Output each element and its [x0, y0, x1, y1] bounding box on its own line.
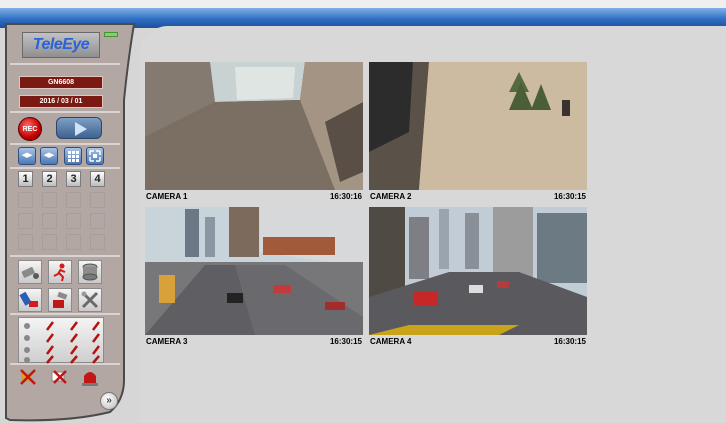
- play-button[interactable]: [56, 117, 102, 139]
- record-button[interactable]: REC: [18, 117, 42, 141]
- alarm-sensor-icon[interactable]: [18, 288, 42, 312]
- disconnect-glyph: [20, 369, 36, 385]
- settings-tools-glyph: [81, 291, 99, 309]
- control-panel: TeleEye GN6608 2016 / 03 / 01 REC ◀▶ ◀▶: [0, 20, 140, 423]
- camera-button-2[interactable]: 2: [42, 171, 57, 187]
- relay-column-1: [24, 323, 30, 363]
- camera-button-6: 6: [42, 192, 57, 208]
- fullscreen-glyph: [89, 150, 101, 162]
- camera-tile-4[interactable]: CAMERA 4 16:30:15: [369, 207, 587, 348]
- video-off-icon[interactable]: [50, 367, 70, 387]
- camera-control-glyph: [21, 267, 39, 279]
- alarm-sensor-glyph: [19, 291, 38, 307]
- grid-glyph: [68, 151, 79, 162]
- camera-label-2: CAMERA 2 16:30:15: [369, 190, 587, 203]
- fullscreen-icon[interactable]: [86, 147, 104, 165]
- camera-button-12: 12: [90, 213, 105, 229]
- camera-feed-3[interactable]: [145, 207, 363, 335]
- sequence-icon[interactable]: ◀▶: [18, 147, 36, 165]
- storage-icon[interactable]: [78, 260, 102, 284]
- camera-time-4: 16:30:15: [553, 337, 586, 346]
- app-window: TeleEye GN6608 2016 / 03 / 01 REC ◀▶ ◀▶: [0, 0, 726, 423]
- top-margin: [0, 0, 726, 8]
- camera-name-2: CAMERA 2: [370, 192, 412, 201]
- camera-tile-1[interactable]: CAMERA 1 16:30:16: [145, 62, 363, 203]
- camera-button-15: 15: [66, 234, 81, 250]
- snapshot-glyph: [53, 291, 68, 308]
- next-page-button[interactable]: »: [100, 392, 118, 410]
- camera-1-image: [145, 62, 363, 190]
- grid-view-icon[interactable]: [64, 147, 82, 165]
- camera-button-14: 14: [42, 234, 57, 250]
- sequence-glyph: ◀▶: [21, 152, 33, 159]
- snapshot-icon[interactable]: [48, 288, 72, 312]
- device-name: GN6608: [19, 76, 103, 89]
- status-led: [104, 32, 118, 37]
- camera-feed-1[interactable]: [145, 62, 363, 190]
- motion-alarm-glyph: [53, 263, 66, 282]
- storage-glyph: [82, 263, 98, 281]
- camera-time-2: 16:30:15: [553, 192, 586, 201]
- camera-control-icon[interactable]: [18, 260, 42, 284]
- camera-button-9: 9: [18, 213, 33, 229]
- camera-time-3: 16:30:15: [329, 337, 362, 346]
- camera-button-4[interactable]: 4: [90, 171, 105, 187]
- settings-tools-icon[interactable]: [78, 288, 102, 312]
- camera-button-7: 7: [66, 192, 81, 208]
- camera-2-image: [369, 62, 587, 190]
- video-off-glyph: [51, 370, 67, 384]
- camera-4-image: [369, 207, 587, 335]
- camera-feed-2[interactable]: [369, 62, 587, 190]
- camera-button-1[interactable]: 1: [18, 171, 33, 187]
- camera-feed-4[interactable]: [369, 207, 587, 335]
- disconnect-icon[interactable]: [18, 367, 38, 387]
- camera-tile-2[interactable]: CAMERA 2 16:30:15: [369, 62, 587, 203]
- camera-name-3: CAMERA 3: [146, 337, 188, 346]
- camera-button-10: 10: [42, 213, 57, 229]
- camera-label-3: CAMERA 3 16:30:15: [145, 335, 363, 348]
- camera-button-11: 11: [66, 213, 81, 229]
- siren-icon[interactable]: [80, 367, 100, 387]
- camera-label-4: CAMERA 4 16:30:15: [369, 335, 587, 348]
- motion-alarm-icon[interactable]: [48, 260, 72, 284]
- relay-panel: [18, 317, 104, 364]
- camera-button-5: 5: [18, 192, 33, 208]
- relay-switches: [24, 321, 100, 364]
- current-date: 2016 / 03 / 01: [19, 95, 103, 108]
- sequence-reverse-icon[interactable]: ◀▶: [40, 147, 58, 165]
- camera-button-8: 8: [90, 192, 105, 208]
- camera-label-1: CAMERA 1 16:30:16: [145, 190, 363, 203]
- camera-name-1: CAMERA 1: [146, 192, 188, 201]
- camera-name-4: CAMERA 4: [370, 337, 412, 346]
- camera-time-1: 16:30:16: [329, 192, 362, 201]
- camera-button-3[interactable]: 3: [66, 171, 81, 187]
- camera-tile-3[interactable]: CAMERA 3 16:30:15: [145, 207, 363, 348]
- camera-button-13: 13: [18, 234, 33, 250]
- siren-glyph: [82, 372, 98, 386]
- teleeye-logo: TeleEye: [22, 32, 100, 58]
- camera-button-16: 16: [90, 234, 105, 250]
- camera-3-image: [145, 207, 363, 335]
- sequence-reverse-glyph: ◀▶: [43, 152, 55, 159]
